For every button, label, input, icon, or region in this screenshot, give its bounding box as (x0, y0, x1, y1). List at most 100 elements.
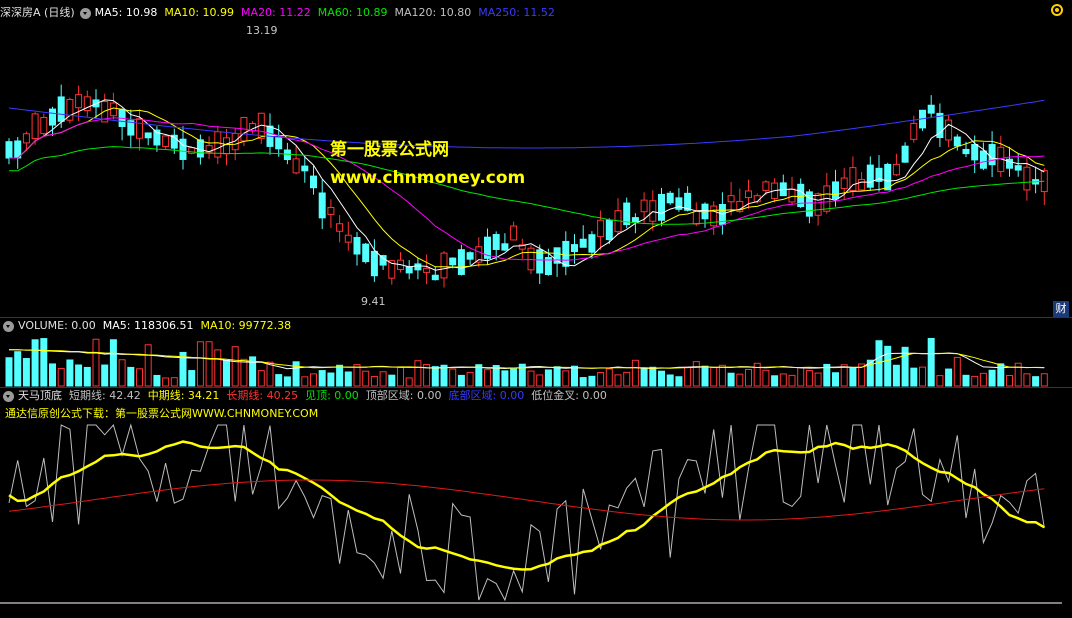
volume-bar (544, 369, 552, 387)
volume-bar (440, 364, 448, 387)
volume-bar (5, 357, 13, 387)
volume-bar (588, 375, 596, 387)
volume-bar (692, 361, 700, 387)
candle-body (144, 132, 152, 139)
volume-bar (266, 361, 274, 387)
volume-bar (988, 369, 996, 387)
volume-bar (14, 351, 22, 387)
candle-body (440, 252, 448, 279)
volume-bar (40, 338, 48, 387)
volume-bar (449, 368, 457, 387)
volume-bar (597, 372, 605, 387)
chevron-down-icon[interactable] (3, 390, 14, 402)
ma10-line (9, 107, 1045, 268)
volume-bar (510, 368, 518, 387)
volume-bar (962, 374, 970, 387)
kline-chart[interactable] (0, 0, 1072, 618)
ma10-value: MA10: 10.99 (164, 6, 235, 19)
long-line-value: 长期线: 40.25 (226, 389, 299, 402)
volume-bar (405, 377, 413, 387)
volume-bar (727, 372, 735, 387)
settings-icon[interactable] (1050, 3, 1064, 17)
ma20-value: MA20: 11.22 (241, 6, 311, 19)
volume-bar (666, 374, 674, 387)
short-line-value: 短期线: 42.42 (69, 389, 141, 402)
volume-value: VOLUME: 0.00 (18, 319, 96, 332)
indicator-name[interactable]: 天马顶底 (18, 388, 62, 404)
volume-bar (118, 359, 126, 387)
volume-bar (945, 368, 953, 387)
volume-bar (196, 341, 204, 387)
volume-bar (336, 364, 344, 387)
candle-body (362, 243, 370, 263)
candle-body (223, 137, 230, 155)
volume-bar (83, 366, 91, 387)
volume-legend: VOLUME: 0.00 MA5: 118306.51 MA10: 99772.… (0, 318, 298, 334)
volume-bar (162, 377, 170, 387)
volume-bar (527, 370, 535, 387)
candle-body (927, 104, 935, 114)
candle-body (666, 192, 674, 204)
candle-body (727, 195, 735, 203)
candle-body (840, 177, 848, 190)
candle-body (953, 136, 961, 147)
candle-body (858, 179, 866, 191)
candle-body (510, 225, 518, 241)
candle-body (431, 274, 439, 281)
volume-bar (536, 374, 544, 387)
volume-bar (718, 364, 726, 387)
candle-body (292, 158, 300, 174)
candle-body (788, 188, 796, 203)
candle-body (605, 219, 613, 241)
volume-bar (231, 346, 239, 387)
volume-bar (57, 368, 65, 387)
volume-bar (109, 339, 117, 387)
candle-body (423, 267, 431, 273)
volume-bar (684, 366, 692, 387)
candle-body (457, 249, 465, 275)
volume-bar (919, 366, 926, 387)
candle-body (414, 263, 422, 271)
volume-bar (431, 366, 439, 387)
watermark-site-name: 第一股票公式网 (330, 140, 449, 160)
chevron-down-icon[interactable] (79, 7, 91, 19)
candle-body (196, 139, 204, 158)
candle-body (109, 102, 117, 117)
volume-bar (240, 358, 248, 387)
stock-title[interactable]: 深深房A (日线) (0, 5, 75, 21)
candle-body (988, 144, 996, 166)
candle-body (1023, 166, 1031, 191)
volume-bar (953, 356, 961, 387)
top-zone-value: 顶部区域: 0.00 (365, 389, 442, 402)
candle-body (910, 122, 918, 140)
volume-bar (318, 370, 326, 387)
volume-bar (1014, 362, 1022, 387)
volume-bar (658, 370, 665, 387)
candle-body (892, 163, 900, 176)
low-cross-value: 低位金叉: 0.00 (531, 389, 607, 402)
volume-bar (370, 375, 378, 387)
volume-bar (101, 364, 109, 387)
volume-bar (1040, 373, 1048, 387)
finance-button[interactable]: 财 (1053, 301, 1069, 317)
volume-bar (22, 358, 30, 387)
bottom-zone-value: 底部区域: 0.00 (448, 389, 525, 402)
volume-bar (49, 363, 56, 387)
candle-body (301, 165, 309, 172)
candle-body (344, 234, 352, 243)
candle-body (658, 193, 665, 221)
volume-bar (31, 339, 39, 387)
volume-bar (623, 371, 631, 387)
ma60-value: MA60: 10.89 (317, 6, 388, 19)
volume-bar (214, 349, 222, 387)
candle-body (31, 113, 39, 140)
volume-bar (849, 367, 857, 387)
candle-body (466, 252, 474, 260)
volume-bar (388, 374, 396, 387)
candle-body (501, 243, 509, 251)
volume-bar (797, 367, 805, 387)
candle-body (745, 190, 752, 199)
candle-body (579, 238, 587, 248)
volume-bar (753, 362, 761, 387)
chevron-down-icon[interactable] (3, 320, 14, 332)
